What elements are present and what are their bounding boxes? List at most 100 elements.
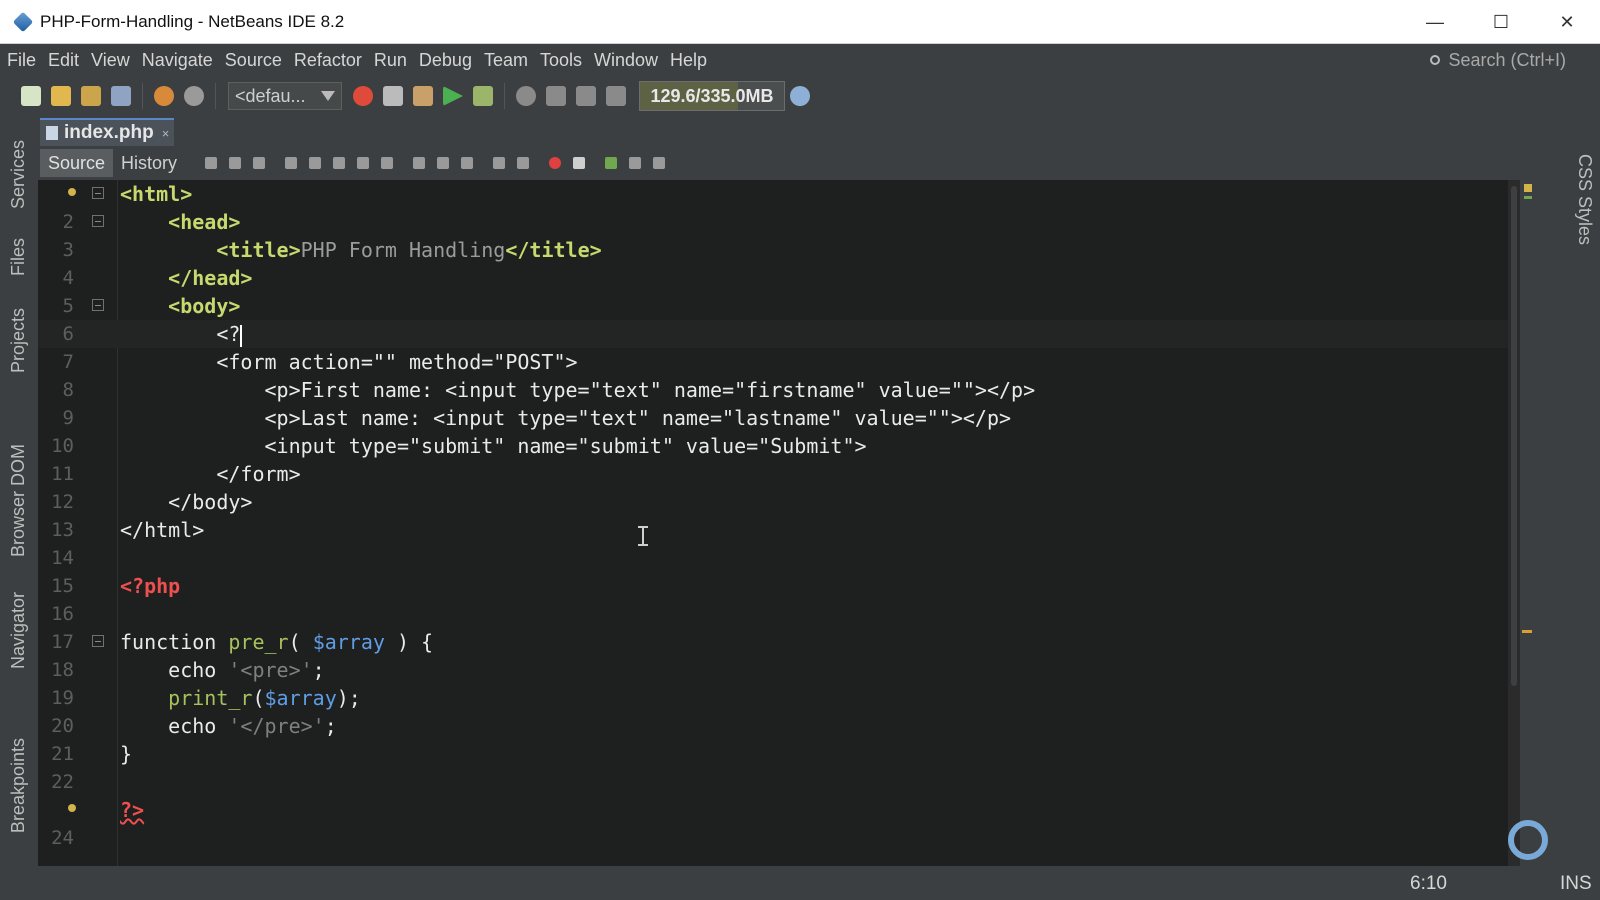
code-line: 22 [51, 771, 74, 793]
redo-icon[interactable] [184, 86, 204, 106]
php-file-icon [46, 126, 58, 140]
menu-navigate[interactable]: Navigate [137, 50, 218, 71]
shift-right-icon[interactable] [517, 157, 530, 169]
fold-icon[interactable] [92, 215, 104, 227]
close-button[interactable]: ✕ [1534, 0, 1600, 44]
mouse-ibeam-cursor [638, 526, 648, 546]
toggle-highlight-icon[interactable] [357, 157, 370, 169]
code-line: 18 echo '<pre>'; [51, 658, 325, 682]
tab-label: index.php [64, 122, 154, 143]
download-icon[interactable] [576, 86, 596, 106]
code-line: 10 <input type="submit" name="submit" va… [51, 434, 867, 458]
chevron-down-icon [321, 91, 335, 101]
toggle-bookmark-icon[interactable] [461, 157, 474, 169]
last-edit-icon[interactable] [205, 157, 218, 169]
run-icon[interactable] [443, 86, 463, 106]
code-editor[interactable]: <html> 2 <head> 3 <title>PHP Form Handli… [38, 180, 1538, 866]
find-next-icon[interactable] [333, 157, 346, 169]
menu-help[interactable]: Help [665, 50, 712, 71]
hint-bulb-icon[interactable] [68, 188, 76, 196]
code-line: 24 [51, 827, 74, 849]
search-placeholder: Search (Ctrl+I) [1448, 49, 1566, 70]
build-hammer-icon[interactable] [383, 86, 403, 106]
tab-history[interactable]: History [113, 149, 185, 177]
side-tab-navigator[interactable]: Navigator [8, 592, 29, 669]
code-line: 21} [51, 742, 133, 766]
new-file-icon[interactable] [21, 86, 41, 106]
configuration-select[interactable]: <defau... [228, 82, 342, 110]
profile-snapshot-icon[interactable] [546, 86, 566, 106]
clean-build-icon[interactable] [413, 86, 433, 106]
code-line: 12 </body> [51, 490, 253, 514]
fold-icon[interactable] [92, 635, 104, 647]
new-project-icon[interactable] [51, 86, 71, 106]
database-icon[interactable] [653, 157, 666, 169]
browser-icon[interactable] [353, 86, 373, 106]
toggle-rect-selection-icon[interactable] [381, 157, 394, 169]
error-stripe[interactable] [1520, 180, 1538, 866]
menu-run[interactable]: Run [369, 50, 412, 71]
fold-icon[interactable] [92, 187, 104, 199]
back-icon[interactable] [229, 157, 242, 169]
side-tab-breakpoints[interactable]: Breakpoints [8, 738, 29, 833]
comment-icon[interactable] [605, 157, 618, 169]
menu-refactor[interactable]: Refactor [289, 50, 367, 71]
side-tab-browser-dom[interactable]: Browser DOM [8, 444, 29, 557]
maximize-button[interactable]: ☐ [1468, 0, 1534, 44]
menu-team[interactable]: Team [479, 50, 533, 71]
search-input[interactable]: Search (Ctrl+I) [1430, 48, 1566, 72]
undo-icon[interactable] [154, 86, 174, 106]
menu-view[interactable]: View [86, 50, 135, 71]
menu-debug[interactable]: Debug [414, 50, 477, 71]
hint-bulb-icon[interactable] [68, 804, 76, 812]
side-tab-files[interactable]: Files [8, 238, 29, 276]
next-bookmark-icon[interactable] [437, 157, 450, 169]
menu-edit[interactable]: Edit [43, 50, 84, 71]
uncomment-icon[interactable] [629, 157, 642, 169]
save-all-icon[interactable] [111, 86, 131, 106]
insert-mode: INS [1560, 873, 1592, 894]
side-tab-projects[interactable]: Projects [8, 308, 29, 373]
open-project-icon[interactable] [81, 86, 101, 106]
debug-icon[interactable] [473, 86, 493, 106]
find-selection-icon[interactable] [285, 157, 298, 169]
minimize-button[interactable]: — [1402, 0, 1468, 44]
code-line: 5 <body> [62, 294, 241, 318]
vertical-scrollbar[interactable] [1508, 180, 1520, 866]
find-previous-icon[interactable] [309, 157, 322, 169]
side-tab-css-styles[interactable]: CSS Styles [1574, 154, 1595, 245]
start-macro-icon[interactable] [549, 157, 562, 169]
code-line: 4 </head> [62, 266, 253, 290]
tab-source[interactable]: Source [40, 149, 114, 177]
warning-marker[interactable] [1522, 630, 1532, 633]
scrollbar-thumb[interactable] [1511, 186, 1517, 686]
gear-icon[interactable] [1508, 820, 1548, 860]
memory-indicator[interactable]: 129.6/335.0MB [639, 81, 785, 111]
code-line: 13 </html> [51, 518, 205, 542]
window-title: PHP-Form-Handling - NetBeans IDE 8.2 [40, 11, 345, 31]
shift-left-icon[interactable] [493, 157, 506, 169]
menu-file[interactable]: File [2, 50, 41, 71]
search-icon [1430, 55, 1441, 65]
profile-icon[interactable] [516, 86, 536, 106]
side-tab-services[interactable]: Services [8, 140, 29, 209]
upload-icon[interactable] [606, 86, 626, 106]
main-toolbar: <defau... 129.6/335.0MB [0, 76, 1600, 116]
menu-tools[interactable]: Tools [535, 50, 587, 71]
menu-window[interactable]: Window [589, 50, 663, 71]
close-tab-icon[interactable]: × [162, 126, 170, 141]
netbeans-icon [12, 11, 34, 32]
garbage-collect-icon[interactable] [790, 86, 810, 106]
code-line: 8 <p>First name: <input type="text" name… [62, 378, 1036, 402]
title-bar: PHP-Form-Handling - NetBeans IDE 8.2 — ☐… [0, 0, 1600, 44]
code-line: 11 </form> [51, 462, 301, 486]
previous-bookmark-icon[interactable] [413, 157, 426, 169]
code-line: 9 <p>Last name: <input type="text" name=… [62, 406, 1012, 430]
code-line: 2 <head> [62, 210, 241, 234]
menu-source[interactable]: Source [220, 50, 287, 71]
tab-index-php[interactable]: index.php × [40, 118, 174, 146]
fold-icon[interactable] [92, 299, 104, 311]
stop-macro-icon[interactable] [573, 157, 586, 169]
warning-marker[interactable] [1524, 184, 1532, 192]
forward-icon[interactable] [253, 157, 266, 169]
